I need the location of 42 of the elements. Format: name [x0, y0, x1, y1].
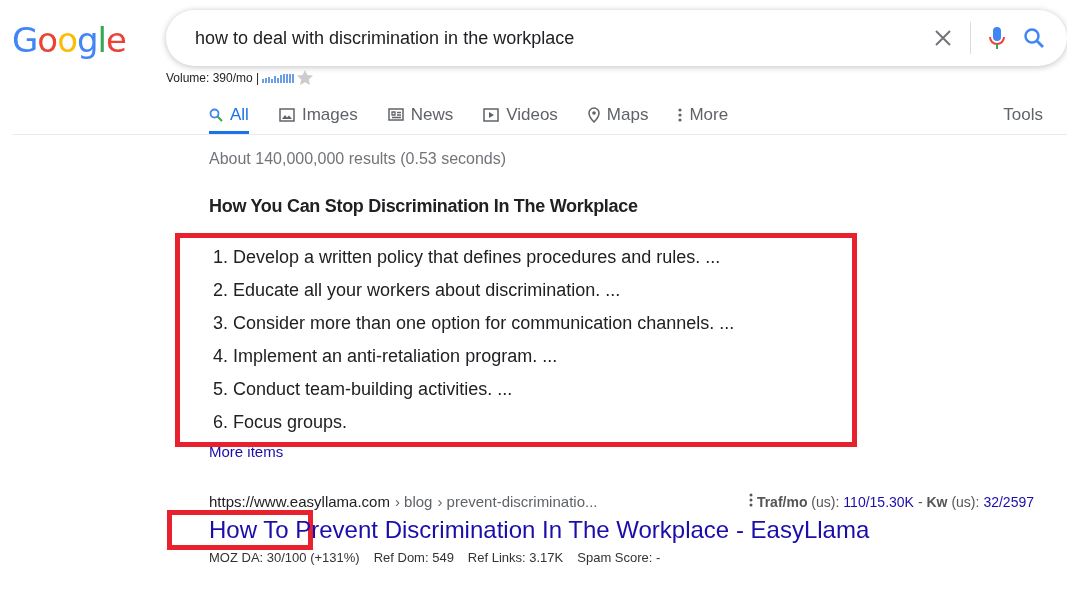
- close-icon[interactable]: [934, 29, 952, 47]
- list-item: 1. Develop a written policy that defines procedures and rules. ...: [213, 246, 722, 269]
- breadcrumb: › blog: [394, 493, 433, 510]
- tools-tab[interactable]: Tools: [1003, 104, 1043, 125]
- microphone-icon[interactable]: [989, 26, 1005, 50]
- list-item: 4. Implement an anti-retaliation program. ...: [213, 345, 559, 368]
- search-tab[interactable]: All: [209, 95, 249, 134]
- metric-value: 32/2597: [983, 494, 1034, 510]
- map-pin-icon: [587, 106, 600, 123]
- newspaper-icon: [387, 108, 404, 121]
- metric-label: Traf/mo (us):: [756, 494, 840, 510]
- search-icon[interactable]: [1023, 27, 1045, 49]
- search-tab[interactable]: Videos: [483, 95, 558, 134]
- more-items-link[interactable]: More items: [209, 443, 284, 460]
- seo-metric: Ref Dom: 549: [373, 550, 454, 565]
- google-logo[interactable]: Google: [12, 20, 166, 60]
- more-vertical-icon: [678, 107, 683, 122]
- result-stats: About 140,000,000 results (0.53 seconds): [209, 150, 508, 168]
- search-field[interactable]: how to deal with discrimination in the workplace: [193, 26, 916, 50]
- snippet-heading: How You Can Stop Discrimination In The Workplace: [209, 196, 639, 217]
- search-volume: Volume: 390/mo |: [166, 70, 260, 85]
- search-icon: [209, 107, 223, 122]
- search-tab[interactable]: More: [678, 95, 729, 134]
- search-tab[interactable]: Maps: [587, 95, 649, 134]
- list-item: 3. Consider more than one option for communication channels. ...: [213, 312, 736, 335]
- list-item: 6. Focus groups.: [213, 411, 349, 434]
- seo-metric: Ref Links: 3.17K: [467, 550, 564, 565]
- list-item: 5. Conduct team-building activities. ...: [213, 378, 514, 401]
- list-item: 2. Educate all your workers about discrimination. ...: [213, 279, 622, 302]
- breadcrumb: › prevent-discriminatio...: [437, 493, 598, 510]
- seo-metric: MOZ DA: 30/100 (+131%): [209, 550, 360, 565]
- trend-bars-icon: [262, 72, 295, 83]
- seo-metric: Spam Score: -: [577, 550, 661, 565]
- metric-value: 110/15.30K: [843, 494, 914, 510]
- star-icon[interactable]: [297, 70, 314, 85]
- image-icon: [278, 107, 295, 122]
- search-tab[interactable]: Images: [278, 95, 358, 134]
- more-vertical-icon[interactable]: [748, 493, 753, 507]
- play-icon: [483, 107, 500, 122]
- metric-label: - Kw (us):: [917, 494, 980, 510]
- result-url[interactable]: https://www.easyllama.com: [209, 493, 390, 510]
- search-tab[interactable]: News: [387, 95, 454, 134]
